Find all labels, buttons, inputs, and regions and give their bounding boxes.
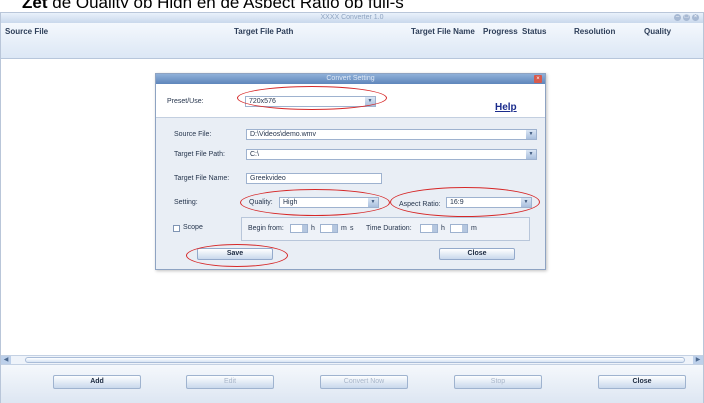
chevron-down-icon[interactable]: ▼ xyxy=(368,198,378,207)
duration-hour-stepper[interactable] xyxy=(420,224,438,233)
duration-hour-unit-label: h xyxy=(441,225,445,232)
window-titlebar: XXXX Converter 1.0 – □ × xyxy=(1,13,703,23)
second-unit-label: s xyxy=(350,225,354,232)
chevron-down-icon[interactable]: ▼ xyxy=(365,97,375,106)
close-button[interactable]: Close xyxy=(598,375,686,389)
caption-text: Zet de Quality op High en de Aspect Rati… xyxy=(22,0,704,8)
column-progress[interactable]: Progress xyxy=(483,27,518,36)
dialog-close-icon[interactable]: × xyxy=(534,75,542,83)
hour-unit-label: h xyxy=(311,225,315,232)
scroll-thumb[interactable] xyxy=(25,357,685,363)
chevron-down-icon[interactable]: ▼ xyxy=(526,150,536,159)
edit-button[interactable]: Edit xyxy=(186,375,274,389)
target-name-label: Target File Name: xyxy=(174,175,230,182)
help-link[interactable]: Help xyxy=(495,102,517,113)
convert-setting-dialog: Convert Setting × Preset/Use: 720x576 ▼ … xyxy=(155,73,546,270)
quality-label: Quality: xyxy=(249,199,273,206)
minimize-icon[interactable]: – xyxy=(674,14,681,21)
begin-minute-stepper[interactable] xyxy=(320,224,338,233)
add-button[interactable]: Add xyxy=(53,375,141,389)
begin-from-label: Begin from: xyxy=(248,225,284,232)
setting-label: Setting: xyxy=(174,199,198,206)
chevron-down-icon[interactable]: ▼ xyxy=(526,130,536,139)
column-status[interactable]: Status xyxy=(522,27,546,36)
target-name-input[interactable]: Greekvideo xyxy=(246,173,382,184)
time-duration-label: Time Duration: xyxy=(366,225,412,232)
close-icon[interactable]: × xyxy=(692,14,699,21)
dialog-preset-area: Preset/Use: 720x576 ▼ xyxy=(156,84,545,118)
horizontal-scrollbar[interactable]: ◀ ▶ xyxy=(1,355,703,365)
preset-label: Preset/Use: xyxy=(167,98,204,105)
duration-minute-unit-label: m xyxy=(471,225,477,232)
dialog-titlebar: Convert Setting × xyxy=(156,74,545,84)
aspect-ratio-select[interactable]: 16:9 ▼ xyxy=(446,197,532,208)
target-path-select[interactable]: C:\ ▼ xyxy=(246,149,537,160)
column-target-file-name[interactable]: Target File Name xyxy=(411,27,475,36)
list-header: Source File Target File Path Target File… xyxy=(1,23,703,59)
convert-now-button[interactable]: Convert Now xyxy=(320,375,408,389)
scroll-left-icon[interactable]: ◀ xyxy=(1,356,11,364)
column-target-file-path[interactable]: Target File Path xyxy=(234,27,293,36)
source-file-label: Source File: xyxy=(174,131,212,138)
scroll-right-icon[interactable]: ▶ xyxy=(693,356,703,364)
window-controls: – □ × xyxy=(674,14,699,21)
preset-select[interactable]: 720x576 ▼ xyxy=(245,96,376,107)
dialog-title: Convert Setting xyxy=(326,75,375,82)
bottom-toolbar: Add Edit Convert Now Stop Close xyxy=(1,365,703,403)
aspect-ratio-label: Aspect Ratio: xyxy=(399,201,441,208)
scope-group: Begin from: h m s Time Duration: h m xyxy=(241,217,530,241)
minute-unit-label: m xyxy=(341,225,347,232)
maximize-icon[interactable]: □ xyxy=(683,14,690,21)
dialog-close-button[interactable]: Close xyxy=(439,248,515,260)
target-path-label: Target File Path: xyxy=(174,151,225,158)
scope-checkbox[interactable] xyxy=(173,225,180,232)
column-resolution[interactable]: Resolution xyxy=(574,27,615,36)
begin-hour-stepper[interactable] xyxy=(290,224,308,233)
quality-select[interactable]: High ▼ xyxy=(279,197,379,208)
duration-minute-stepper[interactable] xyxy=(450,224,468,233)
scope-label: Scope xyxy=(183,224,203,231)
source-file-select[interactable]: D:\Videos\demo.wmv ▼ xyxy=(246,129,537,140)
save-button[interactable]: Save xyxy=(197,248,273,260)
stop-button[interactable]: Stop xyxy=(454,375,542,389)
column-source-file[interactable]: Source File xyxy=(5,27,48,36)
window-title: XXXX Converter 1.0 xyxy=(320,14,384,21)
chevron-down-icon[interactable]: ▼ xyxy=(521,198,531,207)
column-quality[interactable]: Quality xyxy=(644,27,671,36)
